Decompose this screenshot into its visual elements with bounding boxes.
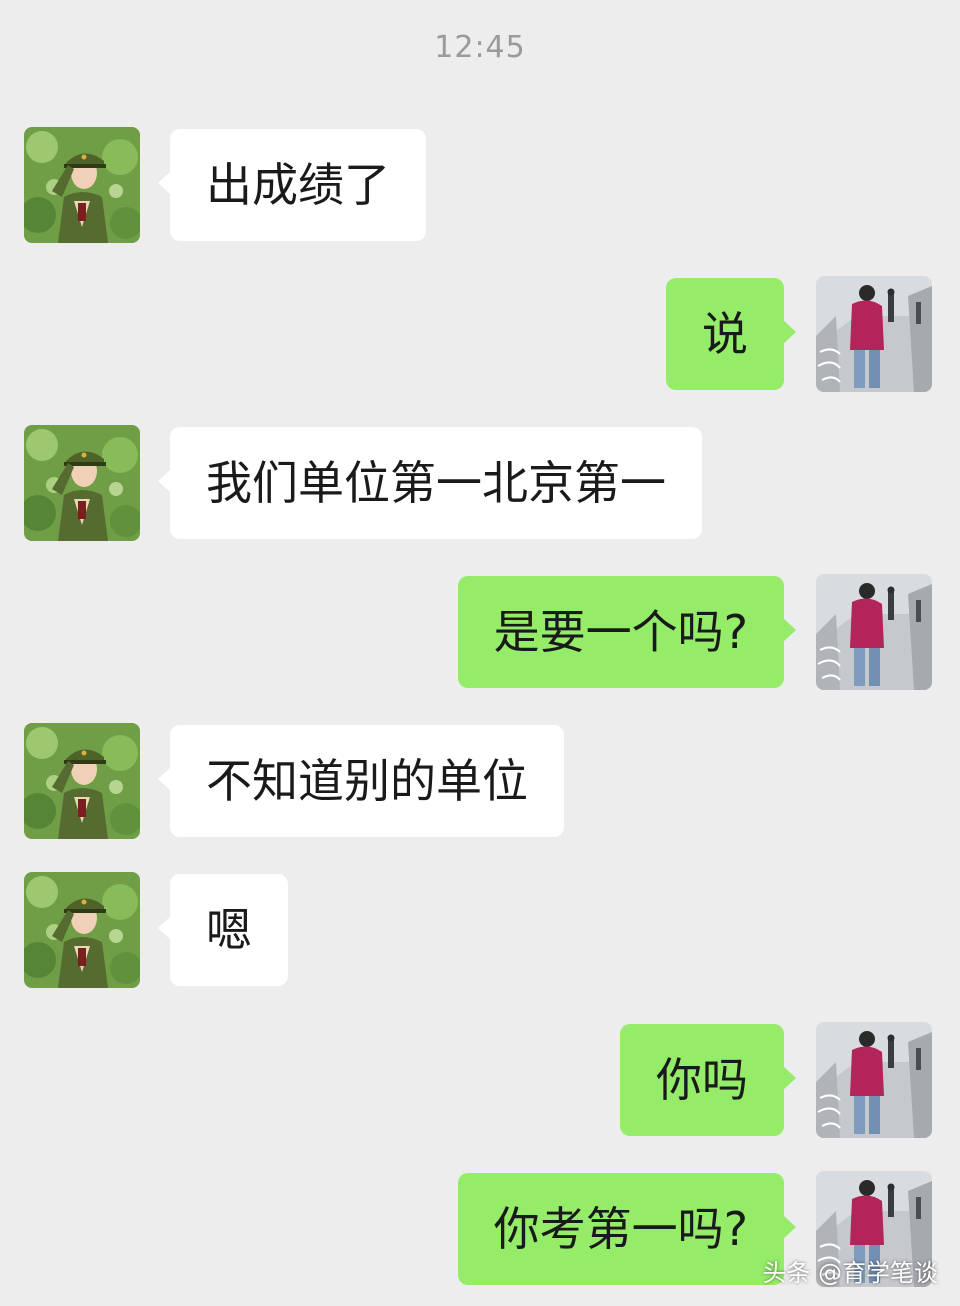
message-row-received: 嗯 — [0, 872, 960, 988]
contact-avatar-icon[interactable] — [24, 127, 140, 243]
sent-message-bubble[interactable]: 你考第一吗? — [457, 1173, 784, 1285]
received-message-bubble[interactable]: 不知道别的单位 — [170, 725, 564, 837]
received-message-bubble[interactable]: 嗯 — [170, 874, 288, 986]
message-row-received: 出成绩了 — [0, 127, 960, 243]
contact-avatar-icon[interactable] — [24, 425, 140, 541]
chat-timestamp: 12:45 — [434, 30, 526, 65]
bubble-tail — [783, 1215, 796, 1239]
message-row-received: 不知道别的单位 — [0, 723, 960, 839]
message-row-sent: 说 — [0, 276, 960, 392]
message-row-received: 我们单位第一北京第一 — [0, 425, 960, 541]
bubble-tail — [783, 320, 796, 344]
bubble-tail — [783, 1066, 796, 1090]
received-message-bubble[interactable]: 出成绩了 — [170, 129, 426, 241]
self-avatar-icon[interactable] — [816, 574, 932, 690]
received-message-bubble[interactable]: 我们单位第一北京第一 — [170, 427, 702, 539]
self-avatar-icon[interactable] — [816, 1022, 932, 1138]
sent-message-bubble[interactable]: 说 — [666, 278, 784, 390]
self-avatar-icon[interactable] — [816, 276, 932, 392]
message-row-sent: 是要一个吗? — [0, 574, 960, 690]
contact-avatar-icon[interactable] — [24, 723, 140, 839]
contact-avatar-icon[interactable] — [24, 872, 140, 988]
sent-message-bubble[interactable]: 是要一个吗? — [457, 576, 784, 688]
bubble-tail — [783, 618, 796, 642]
source-watermark: 头条 @育学笔谈 — [762, 1259, 938, 1287]
message-row-sent: 你吗 — [0, 1022, 960, 1138]
sent-message-bubble[interactable]: 你吗 — [620, 1024, 784, 1136]
